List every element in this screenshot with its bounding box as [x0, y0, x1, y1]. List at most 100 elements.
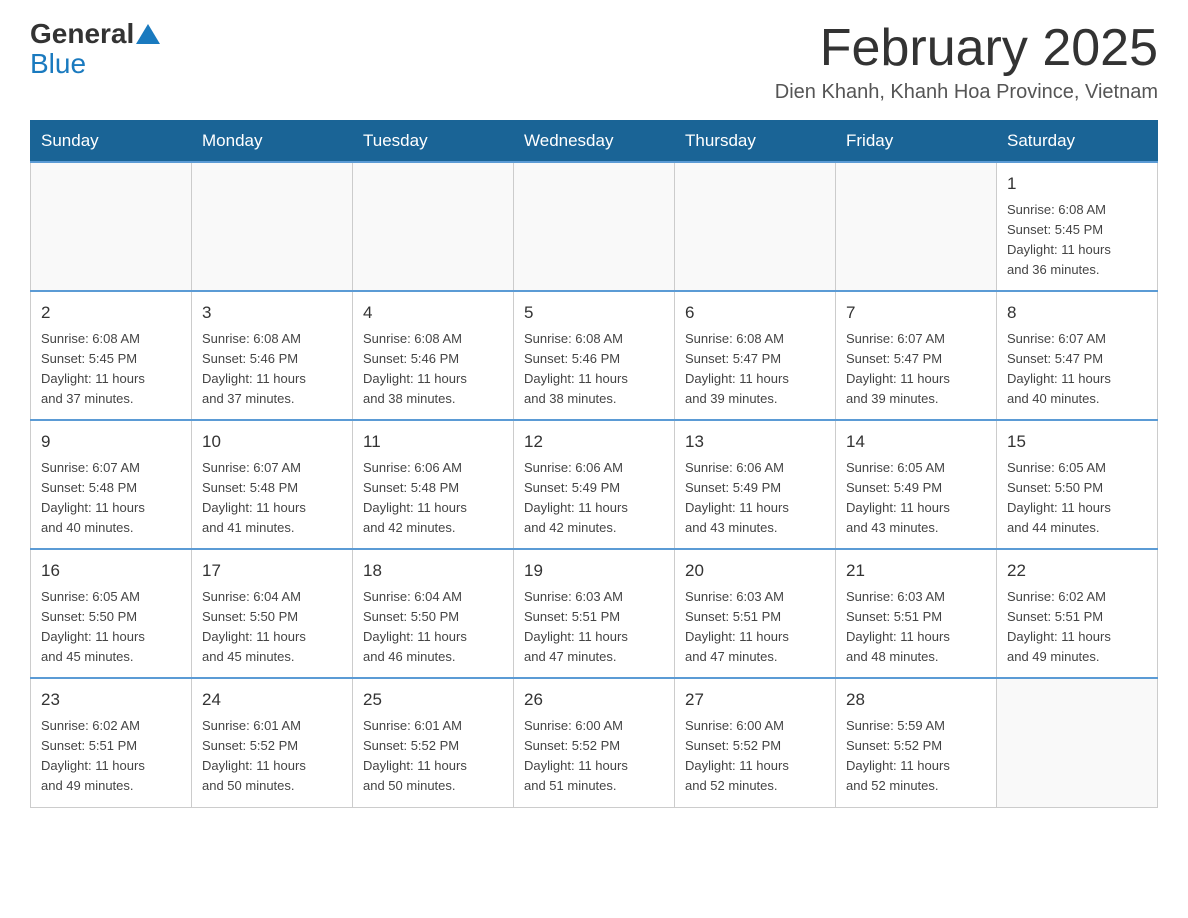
title-area: February 2025 Dien Khanh, Khanh Hoa Prov…	[775, 20, 1158, 104]
header-monday: Monday	[192, 121, 353, 163]
day-number: 9	[41, 429, 181, 455]
calendar-day-cell: 24 Sunrise: 6:01 AM Sunset: 5:52 PM Dayli…	[192, 678, 353, 807]
day-number: 1	[1007, 171, 1147, 197]
day-number: 19	[524, 558, 664, 584]
calendar-week-row: 23 Sunrise: 6:02 AM Sunset: 5:51 PM Dayli…	[31, 678, 1158, 807]
day-info: Sunrise: 6:08 AM Sunset: 5:46 PM Dayligh…	[202, 329, 342, 410]
day-info: Sunrise: 6:01 AM Sunset: 5:52 PM Dayligh…	[363, 716, 503, 797]
day-number: 27	[685, 687, 825, 713]
calendar-day-cell: 15 Sunrise: 6:05 AM Sunset: 5:50 PM Dayli…	[997, 420, 1158, 549]
calendar-day-cell	[192, 162, 353, 291]
logo-blue-text: Blue	[30, 48, 86, 79]
day-number: 25	[363, 687, 503, 713]
day-number: 6	[685, 300, 825, 326]
calendar-day-cell: 19 Sunrise: 6:03 AM Sunset: 5:51 PM Dayli…	[514, 549, 675, 678]
day-number: 23	[41, 687, 181, 713]
day-info: Sunrise: 6:03 AM Sunset: 5:51 PM Dayligh…	[524, 587, 664, 668]
location-subtitle: Dien Khanh, Khanh Hoa Province, Vietnam	[775, 81, 1158, 104]
calendar-day-cell: 27 Sunrise: 6:00 AM Sunset: 5:52 PM Dayli…	[675, 678, 836, 807]
calendar-day-cell: 28Sunrise: 5:59 AM Sunset: 5:52 PM Dayli…	[836, 678, 997, 807]
day-info: Sunrise: 6:04 AM Sunset: 5:50 PM Dayligh…	[363, 587, 503, 668]
day-number: 24	[202, 687, 342, 713]
calendar-day-cell: 17 Sunrise: 6:04 AM Sunset: 5:50 PM Dayli…	[192, 549, 353, 678]
calendar-header-row: SundayMondayTuesdayWednesdayThursdayFrid…	[31, 121, 1158, 163]
day-number: 26	[524, 687, 664, 713]
day-info: Sunrise: 6:00 AM Sunset: 5:52 PM Dayligh…	[685, 716, 825, 797]
calendar-day-cell: 8Sunrise: 6:07 AM Sunset: 5:47 PM Daylig…	[997, 291, 1158, 420]
calendar-day-cell	[836, 162, 997, 291]
calendar-day-cell	[31, 162, 192, 291]
day-number: 14	[846, 429, 986, 455]
day-number: 4	[363, 300, 503, 326]
month-title: February 2025	[775, 20, 1158, 77]
calendar-day-cell: 3 Sunrise: 6:08 AM Sunset: 5:46 PM Daylig…	[192, 291, 353, 420]
day-number: 22	[1007, 558, 1147, 584]
day-info: Sunrise: 6:07 AM Sunset: 5:48 PM Dayligh…	[41, 458, 181, 539]
day-info: Sunrise: 6:08 AM Sunset: 5:45 PM Dayligh…	[41, 329, 181, 410]
calendar-day-cell: 12 Sunrise: 6:06 AM Sunset: 5:49 PM Dayli…	[514, 420, 675, 549]
calendar-day-cell: 6 Sunrise: 6:08 AM Sunset: 5:47 PM Daylig…	[675, 291, 836, 420]
day-number: 18	[363, 558, 503, 584]
day-info: Sunrise: 6:08 AM Sunset: 5:45 PM Dayligh…	[1007, 200, 1147, 281]
calendar-day-cell: 21Sunrise: 6:03 AM Sunset: 5:51 PM Dayli…	[836, 549, 997, 678]
calendar-day-cell	[675, 162, 836, 291]
calendar-day-cell: 25 Sunrise: 6:01 AM Sunset: 5:52 PM Dayli…	[353, 678, 514, 807]
day-number: 10	[202, 429, 342, 455]
calendar-day-cell	[514, 162, 675, 291]
day-info: Sunrise: 6:05 AM Sunset: 5:50 PM Dayligh…	[1007, 458, 1147, 539]
calendar-day-cell	[353, 162, 514, 291]
calendar-day-cell: 26 Sunrise: 6:00 AM Sunset: 5:52 PM Dayli…	[514, 678, 675, 807]
logo-triangle-icon	[136, 24, 160, 44]
day-info: Sunrise: 6:03 AM Sunset: 5:51 PM Dayligh…	[685, 587, 825, 668]
calendar-day-cell: 13 Sunrise: 6:06 AM Sunset: 5:49 PM Dayli…	[675, 420, 836, 549]
calendar-day-cell: 10Sunrise: 6:07 AM Sunset: 5:48 PM Dayli…	[192, 420, 353, 549]
day-number: 20	[685, 558, 825, 584]
calendar-day-cell: 16Sunrise: 6:05 AM Sunset: 5:50 PM Dayli…	[31, 549, 192, 678]
day-number: 16	[41, 558, 181, 584]
header-wednesday: Wednesday	[514, 121, 675, 163]
day-info: Sunrise: 6:08 AM Sunset: 5:47 PM Dayligh…	[685, 329, 825, 410]
calendar-week-row: 9 Sunrise: 6:07 AM Sunset: 5:48 PM Daylig…	[31, 420, 1158, 549]
calendar-day-cell	[997, 678, 1158, 807]
header-saturday: Saturday	[997, 121, 1158, 163]
day-info: Sunrise: 6:08 AM Sunset: 5:46 PM Dayligh…	[524, 329, 664, 410]
calendar-day-cell: 23 Sunrise: 6:02 AM Sunset: 5:51 PM Dayli…	[31, 678, 192, 807]
day-number: 13	[685, 429, 825, 455]
day-info: Sunrise: 6:05 AM Sunset: 5:49 PM Dayligh…	[846, 458, 986, 539]
day-info: Sunrise: 6:03 AM Sunset: 5:51 PM Dayligh…	[846, 587, 986, 668]
calendar-day-cell: 1 Sunrise: 6:08 AM Sunset: 5:45 PM Daylig…	[997, 162, 1158, 291]
logo: General Blue	[30, 20, 162, 80]
calendar-day-cell: 22 Sunrise: 6:02 AM Sunset: 5:51 PM Dayli…	[997, 549, 1158, 678]
day-info: Sunrise: 6:07 AM Sunset: 5:47 PM Dayligh…	[1007, 329, 1147, 410]
day-number: 11	[363, 429, 503, 455]
day-number: 12	[524, 429, 664, 455]
calendar-day-cell: 2Sunrise: 6:08 AM Sunset: 5:45 PM Daylig…	[31, 291, 192, 420]
day-info: Sunrise: 6:04 AM Sunset: 5:50 PM Dayligh…	[202, 587, 342, 668]
day-number: 7	[846, 300, 986, 326]
header-friday: Friday	[836, 121, 997, 163]
day-number: 15	[1007, 429, 1147, 455]
calendar-week-row: 1 Sunrise: 6:08 AM Sunset: 5:45 PM Daylig…	[31, 162, 1158, 291]
calendar-day-cell: 20 Sunrise: 6:03 AM Sunset: 5:51 PM Dayli…	[675, 549, 836, 678]
calendar-day-cell: 4Sunrise: 6:08 AM Sunset: 5:46 PM Daylig…	[353, 291, 514, 420]
day-number: 28	[846, 687, 986, 713]
day-info: Sunrise: 6:02 AM Sunset: 5:51 PM Dayligh…	[41, 716, 181, 797]
day-info: Sunrise: 6:07 AM Sunset: 5:47 PM Dayligh…	[846, 329, 986, 410]
calendar-day-cell: 5 Sunrise: 6:08 AM Sunset: 5:46 PM Daylig…	[514, 291, 675, 420]
day-number: 5	[524, 300, 664, 326]
calendar-day-cell: 9 Sunrise: 6:07 AM Sunset: 5:48 PM Daylig…	[31, 420, 192, 549]
day-info: Sunrise: 6:02 AM Sunset: 5:51 PM Dayligh…	[1007, 587, 1147, 668]
header-sunday: Sunday	[31, 121, 192, 163]
day-number: 3	[202, 300, 342, 326]
day-info: Sunrise: 6:06 AM Sunset: 5:49 PM Dayligh…	[685, 458, 825, 539]
calendar-day-cell: 14 Sunrise: 6:05 AM Sunset: 5:49 PM Dayli…	[836, 420, 997, 549]
header-thursday: Thursday	[675, 121, 836, 163]
calendar-week-row: 2Sunrise: 6:08 AM Sunset: 5:45 PM Daylig…	[31, 291, 1158, 420]
day-number: 17	[202, 558, 342, 584]
day-info: Sunrise: 6:01 AM Sunset: 5:52 PM Dayligh…	[202, 716, 342, 797]
day-info: Sunrise: 6:06 AM Sunset: 5:49 PM Dayligh…	[524, 458, 664, 539]
day-info: Sunrise: 6:00 AM Sunset: 5:52 PM Dayligh…	[524, 716, 664, 797]
header: General Blue February 2025 Dien Khanh, K…	[30, 20, 1158, 104]
header-tuesday: Tuesday	[353, 121, 514, 163]
day-info: Sunrise: 6:06 AM Sunset: 5:48 PM Dayligh…	[363, 458, 503, 539]
